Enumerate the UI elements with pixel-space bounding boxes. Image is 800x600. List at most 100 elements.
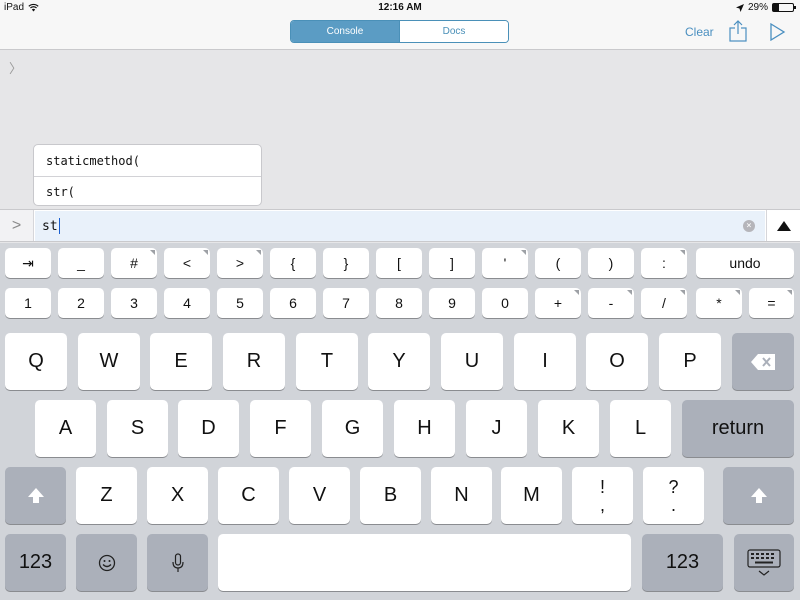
backspace-key[interactable] (732, 333, 794, 390)
emoji-key[interactable] (76, 534, 137, 591)
key-f[interactable]: F (250, 400, 311, 457)
key-r[interactable]: R (223, 333, 285, 390)
dismiss-keyboard-key[interactable] (734, 534, 794, 591)
open-paren-key[interactable]: ( (535, 248, 581, 278)
underscore-key[interactable]: _ (58, 248, 104, 278)
key-i[interactable]: I (514, 333, 576, 390)
shift-arrow-icon (27, 487, 44, 503)
key-k[interactable]: K (538, 400, 599, 457)
key-n[interactable]: N (431, 467, 492, 524)
clock: 12:16 AM (378, 2, 422, 13)
tab-docs[interactable]: Docs (399, 21, 508, 42)
key-9[interactable]: 9 (429, 288, 475, 318)
key-p[interactable]: P (659, 333, 721, 390)
asterisk-key[interactable]: * (696, 288, 742, 318)
code-input-text: st (42, 218, 58, 234)
keyboard-dismiss-icon (747, 548, 781, 576)
clear-button[interactable]: Clear (685, 25, 714, 39)
key-q[interactable]: Q (5, 333, 67, 390)
shift-key-right[interactable] (723, 467, 794, 524)
key-a[interactable]: A (35, 400, 96, 457)
input-prompt: > (0, 210, 34, 241)
key-l[interactable]: L (610, 400, 671, 457)
key-y[interactable]: Y (368, 333, 430, 390)
key-7[interactable]: 7 (323, 288, 369, 318)
key-b[interactable]: B (360, 467, 421, 524)
battery-percent: 29% (747, 2, 768, 13)
key-5[interactable]: 5 (217, 288, 263, 318)
status-bar: iPad 12:16 AM 29% (0, 0, 800, 16)
key-8[interactable]: 8 (376, 288, 422, 318)
autocomplete-popup: staticmethod( str( (33, 144, 262, 206)
key-e[interactable]: E (150, 333, 212, 390)
key-m[interactable]: M (501, 467, 562, 524)
console-output: 〉 staticmethod( str( (0, 51, 800, 209)
colon-key[interactable]: : (641, 248, 687, 278)
smiley-icon (98, 554, 115, 571)
location-arrow-icon (735, 3, 744, 12)
clear-input-icon[interactable]: × (743, 220, 755, 232)
dictation-key[interactable] (147, 534, 208, 591)
key-0[interactable]: 0 (482, 288, 528, 318)
key-v[interactable]: V (289, 467, 350, 524)
run-play-icon[interactable] (768, 23, 786, 41)
key-x[interactable]: X (147, 467, 208, 524)
shift-arrow-icon (750, 487, 767, 503)
completion-str[interactable]: str( (34, 176, 261, 205)
input-bar: > st × (0, 209, 800, 242)
key-j[interactable]: J (466, 400, 527, 457)
key-4[interactable]: 4 (164, 288, 210, 318)
less-than-key[interactable]: < (164, 248, 210, 278)
greater-than-key[interactable]: > (217, 248, 263, 278)
exclamation-comma-key[interactable]: !, (572, 467, 633, 524)
console-docs-segmented-control: Console Docs (290, 20, 509, 43)
key-c[interactable]: C (218, 467, 279, 524)
key-2[interactable]: 2 (58, 288, 104, 318)
quote-key[interactable]: ' (482, 248, 528, 278)
numbers-key-right[interactable]: 123 (642, 534, 723, 591)
tab-key[interactable]: ⇥ (5, 248, 51, 278)
key-1[interactable]: 1 (5, 288, 51, 318)
minus-key[interactable]: - (588, 288, 634, 318)
space-bar[interactable] (218, 534, 631, 591)
hash-key[interactable]: # (111, 248, 157, 278)
code-input[interactable]: st × (35, 211, 765, 241)
key-3[interactable]: 3 (111, 288, 157, 318)
battery-fill (773, 4, 779, 11)
slash-key[interactable]: / (641, 288, 687, 318)
tab-console[interactable]: Console (291, 21, 399, 42)
question-period-key[interactable]: ?. (643, 467, 704, 524)
on-screen-keyboard: ⇥ _ # < > { } [ ] ' ( ) : undo 1 2 3 4 5… (0, 243, 800, 600)
key-z[interactable]: Z (76, 467, 137, 524)
close-bracket-key[interactable]: ] (429, 248, 475, 278)
plus-key[interactable]: + (535, 288, 581, 318)
triangle-up-icon (776, 220, 791, 231)
navigation-bar: Console Docs Clear (0, 16, 800, 50)
return-key[interactable]: return (682, 400, 794, 457)
console-prompt: 〉 (9, 62, 23, 77)
open-brace-key[interactable]: { (270, 248, 316, 278)
backspace-icon (751, 353, 775, 370)
close-paren-key[interactable]: ) (588, 248, 634, 278)
close-brace-key[interactable]: } (323, 248, 369, 278)
share-icon[interactable] (728, 20, 748, 42)
key-h[interactable]: H (394, 400, 455, 457)
key-6[interactable]: 6 (270, 288, 316, 318)
open-bracket-key[interactable]: [ (376, 248, 422, 278)
battery-icon (772, 3, 796, 12)
key-s[interactable]: S (107, 400, 168, 457)
microphone-icon (171, 552, 184, 572)
key-g[interactable]: G (322, 400, 383, 457)
text-caret (58, 218, 60, 234)
history-up-button[interactable] (766, 210, 800, 241)
key-u[interactable]: U (441, 333, 503, 390)
key-t[interactable]: T (296, 333, 358, 390)
completion-staticmethod[interactable]: staticmethod( (34, 145, 261, 176)
equals-key[interactable]: = (749, 288, 794, 318)
key-d[interactable]: D (178, 400, 239, 457)
key-o[interactable]: O (586, 333, 648, 390)
undo-key[interactable]: undo (696, 248, 794, 278)
shift-key-left[interactable] (5, 467, 66, 524)
numbers-key-left[interactable]: 123 (5, 534, 66, 591)
key-w[interactable]: W (78, 333, 140, 390)
